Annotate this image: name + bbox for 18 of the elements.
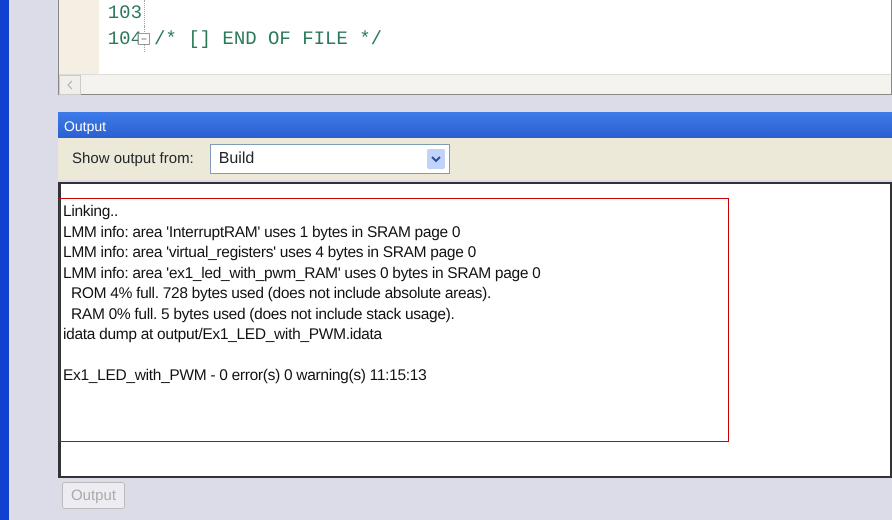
collapse-icon[interactable]: [138, 33, 150, 45]
horizontal-scrollbar[interactable]: [59, 74, 891, 94]
output-line: Linking..: [63, 202, 120, 222]
output-line: Ex1_LED_with_PWM - 0 error(s) 0 warning(s) 11:15:13: [63, 366, 428, 386]
output-line: LMM info: area 'InterruptRAM' uses 1 bytes in SRAM page 0: [63, 222, 462, 242]
show-output-label: Show output from:: [72, 148, 194, 169]
scroll-left-button[interactable]: [59, 75, 81, 95]
output-source-dropdown[interactable]: Build: [210, 144, 450, 174]
output-line: LMM info: area 'ex1_led_with_pwm_RAM' uses 0 bytes in SRAM page 0: [63, 264, 542, 284]
chevron-left-icon: [67, 80, 73, 90]
line-number: 103: [99, 0, 145, 26]
output-line: LMM info: area 'virtual_registers' uses 4 bytes in SRAM page 0: [63, 243, 477, 263]
code-line: /* [] END OF FILE */: [154, 27, 382, 52]
caret-icon: [430, 156, 441, 162]
output-line: idata dump at output/Ex1_LED_with_PWM.idata: [63, 325, 384, 345]
output-line: RAM 0% full. 5 bytes used (does not include stack usage).: [70, 304, 456, 324]
output-line: ROM 4% full. 728 bytes used (does not include absolute areas).: [70, 284, 492, 304]
panel-title: Output: [58, 112, 892, 138]
